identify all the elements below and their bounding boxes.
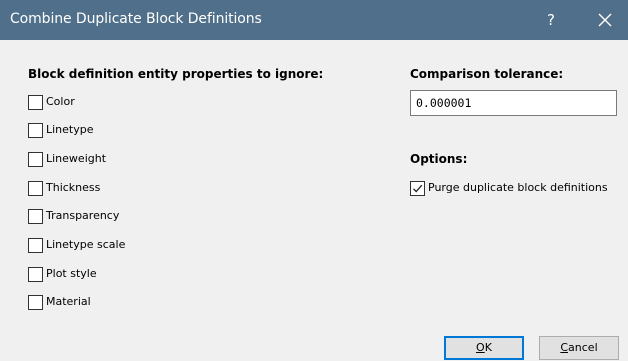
ok-label-rest: K <box>484 341 492 354</box>
close-icon[interactable] <box>596 11 614 29</box>
checkbox-label: Material <box>46 295 91 308</box>
cancel-mnemonic: C <box>560 341 569 354</box>
checkmark-icon <box>413 184 423 193</box>
comparison-tolerance-heading: Comparison tolerance: <box>410 67 564 81</box>
help-button[interactable]: ? <box>540 9 562 31</box>
checkbox-box[interactable] <box>28 209 43 224</box>
checkbox-box[interactable] <box>28 267 43 282</box>
checkbox-box[interactable] <box>28 123 43 138</box>
checkbox-box[interactable] <box>28 95 43 110</box>
checkbox-box[interactable] <box>28 152 43 167</box>
checkbox-box[interactable] <box>28 238 43 253</box>
title-bar: Combine Duplicate Block Definitions ? <box>0 0 628 40</box>
checkbox-label: Transparency <box>46 209 120 222</box>
checkbox-label: Linetype scale <box>46 238 126 251</box>
checkbox-label: Plot style <box>46 267 97 280</box>
checkbox-box[interactable] <box>28 181 43 196</box>
ok-button[interactable]: OK <box>444 336 524 360</box>
cancel-button[interactable]: Cancel <box>539 336 619 360</box>
checkbox-box[interactable] <box>28 295 43 310</box>
checkbox-label: Color <box>46 95 75 108</box>
cancel-label-rest: ancel <box>568 341 598 354</box>
comparison-tolerance-input[interactable]: 0.000001 <box>410 90 617 116</box>
ok-mnemonic: O <box>476 341 485 354</box>
checkbox-box[interactable] <box>410 181 425 196</box>
dialog-title: Combine Duplicate Block Definitions <box>10 11 262 27</box>
checkbox-label: Linetype <box>46 123 94 136</box>
ignore-properties-heading: Block definition entity properties to ig… <box>28 67 324 81</box>
checkbox-label: Thickness <box>46 181 101 194</box>
checkbox-label: Lineweight <box>46 152 107 165</box>
options-heading: Options: <box>410 152 468 166</box>
checkbox-label: Purge duplicate block definitions <box>428 181 608 194</box>
